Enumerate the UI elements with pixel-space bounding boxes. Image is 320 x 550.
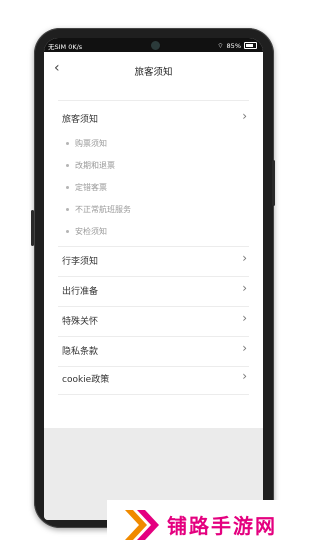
wifi-icon: ⌔ bbox=[217, 42, 224, 50]
menu-item-label: 特殊关怀 bbox=[62, 317, 99, 327]
chevron-right-icon: › bbox=[242, 311, 247, 325]
chevron-right-icon: › bbox=[242, 251, 247, 265]
menu-item-special-care[interactable]: 特殊关怀 › bbox=[62, 308, 249, 334]
sub-item-label: 购票须知 bbox=[75, 139, 107, 148]
page-title: 旅客须知 bbox=[134, 67, 173, 78]
menu-item-label: 隐私条款 bbox=[62, 347, 99, 357]
bullet-icon bbox=[66, 164, 69, 167]
nav-bar: ‹ 旅客须知 bbox=[44, 54, 263, 86]
sub-item-label: 改期和退票 bbox=[75, 161, 115, 170]
divider bbox=[58, 306, 249, 307]
power-button bbox=[272, 160, 275, 206]
divider bbox=[58, 336, 249, 337]
watermark: 铺路手游网 bbox=[107, 500, 309, 550]
status-carrier: 无SIM 0K/s bbox=[48, 43, 83, 51]
chevron-right-icon: › bbox=[242, 281, 247, 295]
menu-item-travel-prep[interactable]: 出行准备 › bbox=[62, 278, 249, 304]
sub-item[interactable]: 定错客票 bbox=[66, 182, 107, 193]
bullet-icon bbox=[66, 186, 69, 189]
menu-item-baggage[interactable]: 行李须知 › bbox=[62, 248, 249, 274]
divider bbox=[58, 276, 249, 277]
watermark-logo-icon bbox=[125, 510, 159, 540]
menu-item-label: 行李须知 bbox=[62, 257, 99, 267]
menu-item-privacy[interactable]: 隐私条款 › bbox=[62, 338, 249, 364]
divider bbox=[58, 100, 249, 101]
sub-item-label: 安检须知 bbox=[75, 227, 107, 236]
battery-icon bbox=[244, 42, 257, 49]
sub-item-label: 定错客票 bbox=[75, 183, 107, 192]
bullet-icon bbox=[66, 230, 69, 233]
divider bbox=[58, 394, 249, 395]
sub-item-label: 不正常航班服务 bbox=[75, 205, 131, 214]
watermark-text: 铺路手游网 bbox=[167, 514, 277, 538]
screen: 无SIM 0K/s ⌔ 85% ‹ 旅客须知 旅客须知 › 购票须知 改期和退票… bbox=[44, 38, 263, 520]
volume-button bbox=[31, 210, 34, 246]
section-title: 旅客须知 bbox=[62, 115, 99, 125]
sub-item[interactable]: 不正常航班服务 bbox=[66, 204, 131, 215]
menu-item-label: cookie政策 bbox=[62, 375, 110, 385]
status-battery-text: 85% bbox=[226, 41, 241, 50]
bullet-icon bbox=[66, 142, 69, 145]
sub-item[interactable]: 安检须知 bbox=[66, 226, 107, 237]
menu-item-label: 出行准备 bbox=[62, 287, 99, 297]
chevron-right-icon: › bbox=[242, 369, 247, 383]
menu-item-cookie[interactable]: cookie政策 › bbox=[62, 366, 249, 392]
front-camera bbox=[150, 40, 161, 51]
status-right: ⌔ 85% bbox=[217, 41, 257, 50]
sub-item[interactable]: 购票须知 bbox=[66, 138, 107, 149]
chevron-right-icon: › bbox=[242, 109, 247, 123]
divider bbox=[58, 246, 249, 247]
bullet-icon bbox=[66, 208, 69, 211]
chevron-right-icon: › bbox=[242, 341, 247, 355]
section-header-travel-notice[interactable]: 旅客须知 › bbox=[62, 106, 249, 132]
sub-item[interactable]: 改期和退票 bbox=[66, 160, 115, 171]
